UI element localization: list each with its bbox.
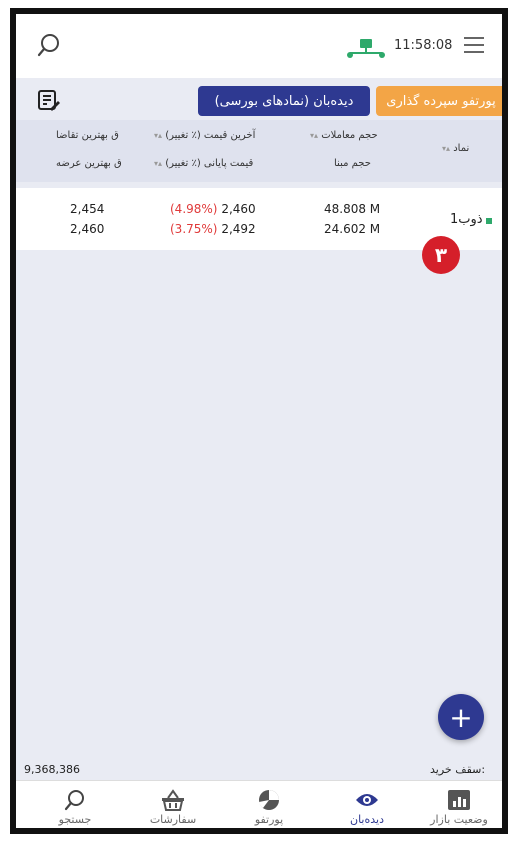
sort-icon: ▾▴	[154, 159, 163, 168]
network-status-icon	[347, 39, 385, 58]
symbol-cell[interactable]: ذوب1	[450, 212, 483, 227]
header-base-volume: حجم مبنا	[334, 158, 371, 169]
last-price-value: 2,460	[221, 202, 256, 216]
top-bar: 11:58:08	[16, 14, 502, 78]
search-icon	[64, 790, 84, 811]
nav-watchlist[interactable]: دیده‌بان	[322, 787, 412, 826]
header-best-ask: ق بهترین عرضه	[56, 158, 122, 169]
hamburger-menu-icon[interactable]	[464, 37, 484, 53]
tab-watchlist[interactable]: دیده‌بان (نمادهای بورسی)	[198, 86, 370, 116]
header-best-bid: ق بهترین تقاضا	[56, 130, 119, 141]
nav-orders-label: سفارشات	[149, 813, 197, 826]
header-close-price[interactable]: ▾▴ قیمت پایانی (٪ تغییر)	[154, 158, 253, 169]
clock: 11:58:08	[394, 38, 453, 53]
nav-portfolio-label: پورتفو	[254, 813, 284, 826]
eye-icon	[356, 794, 378, 806]
purchase-limit-label: سقف خرید:	[430, 763, 486, 776]
header-symbol[interactable]: ▾▴ نماد	[442, 143, 469, 154]
nav-market-status-label: وضعیت بازار	[430, 813, 488, 826]
header-volume[interactable]: ▾▴ حجم معاملات	[310, 130, 378, 141]
last-price-cell: (4.98%) 2,460	[170, 202, 256, 216]
sort-icon: ▾▴	[442, 144, 451, 153]
best-bid-cell: 2,454	[70, 202, 105, 216]
purchase-limit-value: 9,368,386	[24, 763, 80, 776]
step-badge: ۳	[422, 236, 460, 274]
close-price-pct: (3.75%)	[170, 222, 218, 236]
app-frame: 11:58:08 دیده‌بان (نمادهای بورسی) پورتفو…	[10, 8, 508, 834]
sort-icon: ▾▴	[310, 131, 319, 140]
best-ask-cell: 2,460	[70, 222, 105, 236]
volume-cell: 48.808 M	[324, 202, 381, 216]
tab-deposit-portfolio[interactable]: پورتفو سپرده گذاری	[376, 86, 502, 116]
add-button[interactable]: +	[438, 694, 484, 740]
nav-search[interactable]: جستجو	[30, 787, 120, 826]
tabs-row: دیده‌بان (نمادهای بورسی) پورتفو سپرده گذ…	[16, 78, 502, 120]
bottom-nav: وضعیت بازار دیده‌بان پورتفو	[16, 780, 502, 828]
purchase-limit-bar: 9,368,386 سقف خرید:	[16, 760, 502, 780]
nav-market-status[interactable]: وضعیت بازار	[414, 787, 502, 826]
nav-watchlist-label: دیده‌بان	[350, 813, 384, 826]
search-icon[interactable]	[36, 32, 62, 58]
close-price-cell: (3.75%) 2,492	[170, 222, 256, 236]
basket-icon	[162, 789, 184, 811]
nav-portfolio[interactable]: پورتفو	[224, 787, 314, 826]
base-volume-cell: 24.602 M	[324, 222, 381, 236]
table-header: ▾▴ نماد ▾▴ حجم معاملات حجم مبنا ▾▴ آخرین…	[16, 120, 502, 182]
edit-list-icon[interactable]	[38, 90, 60, 112]
status-dot	[486, 218, 492, 224]
sort-icon: ▾▴	[154, 131, 163, 140]
close-price-value: 2,492	[221, 222, 256, 236]
nav-orders[interactable]: سفارشات	[128, 787, 218, 826]
last-price-pct: (4.98%)	[170, 202, 218, 216]
header-last-price[interactable]: ▾▴ آخرین قیمت (٪ تغییر)	[154, 130, 255, 141]
market-chart-icon	[448, 790, 470, 810]
nav-search-label: جستجو	[58, 813, 92, 826]
pie-chart-icon	[259, 790, 279, 810]
